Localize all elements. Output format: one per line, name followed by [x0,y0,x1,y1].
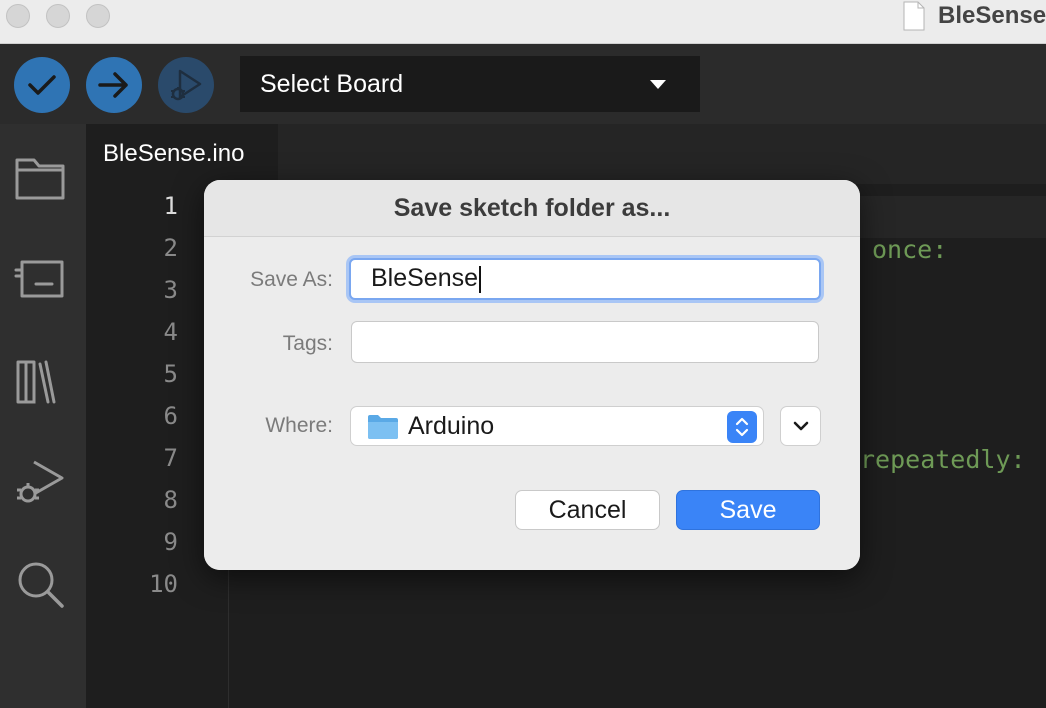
arrow-right-icon [98,72,128,98]
where-label: Where: [265,414,333,437]
code-comment: repeatedly: [860,445,1026,474]
text-cursor [479,265,482,293]
editor-tab-bar: BleSense.ino [86,124,1046,184]
save-as-input[interactable]: BleSense [349,258,821,300]
zoom-window-button[interactable] [86,4,110,28]
board-icon[interactable] [12,250,68,306]
upload-button[interactable] [86,57,142,113]
line-number: 4 [163,318,178,346]
window-title: BleSense [902,0,1046,32]
tags-input[interactable] [351,321,819,363]
folder-icon [368,415,398,439]
library-icon[interactable] [12,352,68,408]
up-down-chevron-icon [727,411,757,443]
tab-label: BleSense.ino [103,140,245,167]
close-window-button[interactable] [6,4,30,28]
window-title-text: BleSense [938,2,1046,29]
save-as-label: Save As: [250,268,333,291]
activity-bar [0,124,86,708]
line-number: 7 [163,444,178,472]
line-number: 5 [163,360,178,388]
chevron-down-icon [793,421,808,431]
toolbar: Select Board [0,44,1046,124]
line-number: 6 [163,402,178,430]
expand-dialog-button[interactable] [780,406,821,446]
title-bar: BleSense [0,0,1046,44]
cancel-button[interactable]: Cancel [515,490,660,530]
checkmark-icon [28,75,56,95]
dialog-title: Save sketch folder as... [393,193,671,222]
line-number: 9 [163,528,178,556]
where-value: Arduino [408,412,495,440]
debug-button[interactable] [158,57,214,113]
tab-blesense-ino[interactable]: BleSense.ino [86,124,278,184]
dialog-body: Save As: BleSense Tags: Where: Arduino C… [204,237,860,570]
folder-icon[interactable] [12,148,68,204]
line-number: 2 [163,234,178,262]
dialog-header: Save sketch folder as... [204,180,860,237]
tags-label: Tags: [282,332,333,355]
save-button[interactable]: Save [676,490,820,530]
board-select-label: Select Board [260,69,404,98]
debug-play-icon [171,69,202,101]
caret-down-icon [650,80,666,89]
line-number: 8 [163,486,178,514]
code-comment: once: [872,235,948,264]
line-number: 10 [149,570,178,598]
debug-icon[interactable] [12,454,68,510]
save-sketch-dialog: Save sketch folder as... Save As: BleSen… [204,180,860,570]
line-number: 3 [163,276,178,304]
search-icon[interactable] [12,556,68,612]
board-select[interactable]: Select Board [240,56,700,112]
minimize-window-button[interactable] [46,4,70,28]
line-number: 1 [163,192,178,220]
save-as-value: BleSense [371,264,482,293]
where-popup[interactable]: Arduino [350,406,764,446]
verify-button[interactable] [14,57,70,113]
document-icon [903,1,925,31]
